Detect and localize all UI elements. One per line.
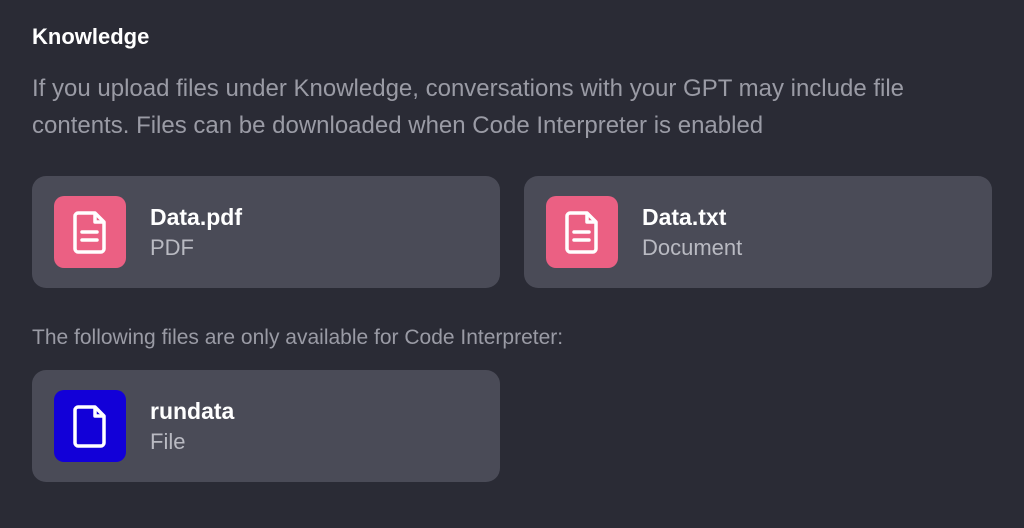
file-info: Data.txt Document bbox=[642, 204, 742, 261]
code-interpreter-note: The following files are only available f… bbox=[32, 326, 992, 350]
file-icon bbox=[54, 390, 126, 462]
knowledge-file-grid: Data.pdf PDF Data.txt Document bbox=[32, 176, 992, 288]
file-card[interactable]: rundata File bbox=[32, 370, 500, 482]
file-card[interactable]: Data.pdf PDF bbox=[32, 176, 500, 288]
file-type: File bbox=[150, 429, 234, 455]
file-info: Data.pdf PDF bbox=[150, 204, 242, 261]
file-type: Document bbox=[642, 235, 742, 261]
file-name: Data.txt bbox=[642, 204, 742, 231]
file-card[interactable]: Data.txt Document bbox=[524, 176, 992, 288]
document-icon bbox=[54, 196, 126, 268]
ci-file-grid: rundata File bbox=[32, 370, 992, 482]
file-info: rundata File bbox=[150, 398, 234, 455]
document-icon bbox=[546, 196, 618, 268]
file-name: Data.pdf bbox=[150, 204, 242, 231]
file-name: rundata bbox=[150, 398, 234, 425]
file-type: PDF bbox=[150, 235, 242, 261]
section-title: Knowledge bbox=[32, 24, 992, 50]
section-description: If you upload files under Knowledge, con… bbox=[32, 70, 992, 144]
